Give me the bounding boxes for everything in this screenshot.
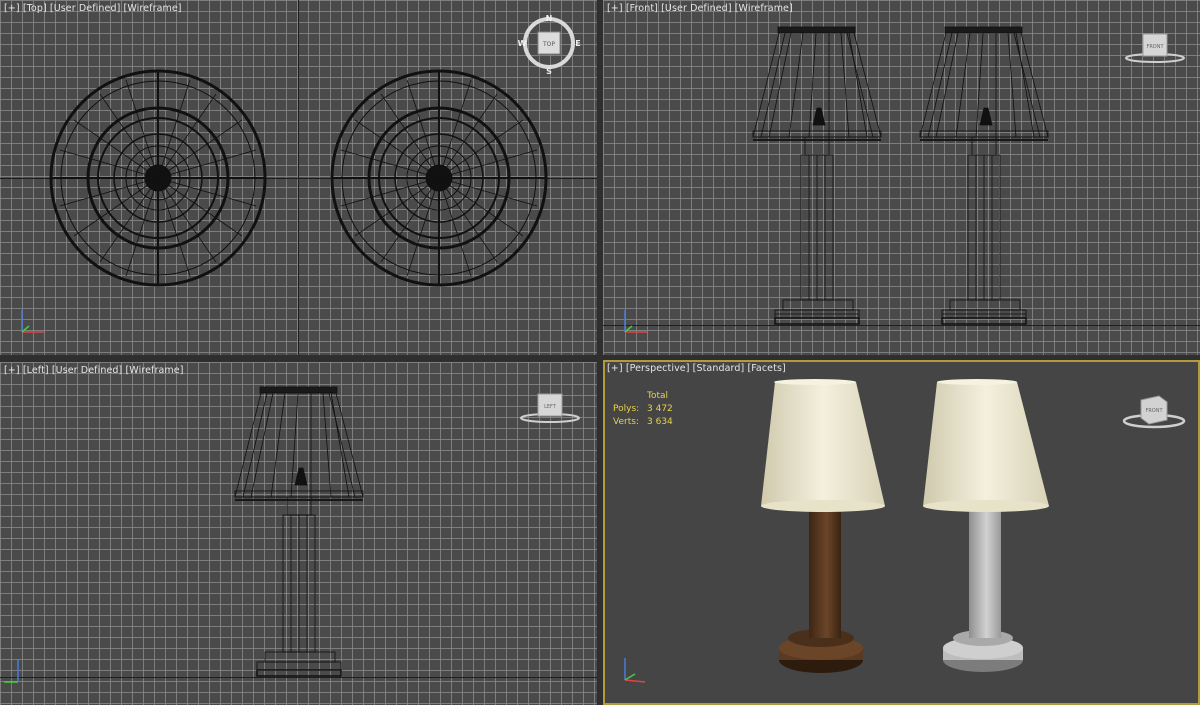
compass-north[interactable]: N: [546, 14, 553, 23]
view-menu-button[interactable]: [Perspective]: [626, 363, 690, 374]
lamp-top-left[interactable]: [49, 69, 267, 287]
viewcube[interactable]: FRONT: [1123, 28, 1187, 68]
axis-tripod-icon: [624, 310, 647, 333]
viewport-label-top: [+] [Top] [User Defined] [Wireframe]: [4, 3, 182, 14]
axis-tripod-icon: [4, 660, 19, 683]
shading-mode-button[interactable]: [Wireframe]: [124, 3, 182, 14]
scene-statistics: Total Polys: 3 472 Verts: 3 634: [613, 390, 687, 429]
viewport-front[interactable]: [+] [Front] [User Defined] [Wireframe] F…: [603, 0, 1200, 355]
viewcube-compass[interactable]: TOP N S E W: [518, 12, 582, 76]
stats-polys-label: Polys:: [613, 404, 640, 414]
lamp-wood-render[interactable]: [761, 379, 885, 673]
viewcube-face-label: TOP: [542, 41, 555, 48]
front-view-wireframe: [752, 26, 1049, 325]
compass-south[interactable]: S: [546, 67, 552, 76]
viewcube[interactable]: FRONT: [1121, 390, 1187, 432]
axis-tripod-icon: [21, 310, 44, 333]
stats-verts-label: Verts:: [613, 417, 639, 427]
viewport-label-front: [+] [Front] [User Defined] [Wireframe]: [607, 3, 793, 14]
shading-mode-button[interactable]: [Wireframe]: [735, 3, 793, 14]
viewport-label-left: [+] [Left] [User Defined] [Wireframe]: [4, 365, 184, 376]
perspective-render: [761, 379, 1049, 673]
lamp-front-right[interactable]: [919, 26, 1049, 325]
axis-tripod-icon: [624, 658, 646, 683]
camera-mode-button[interactable]: [User Defined]: [50, 3, 121, 14]
stats-polys-row: Polys: 3 472: [613, 403, 687, 416]
view-menu-button[interactable]: [Front]: [626, 3, 658, 14]
viewport-left[interactable]: [+] [Left] [User Defined] [Wireframe] LE…: [0, 362, 597, 705]
compass-east[interactable]: E: [575, 39, 580, 48]
top-view-wireframe: [49, 69, 548, 287]
lamp-top-right[interactable]: [330, 69, 548, 287]
camera-mode-button[interactable]: [Standard]: [693, 363, 745, 374]
viewcube-face-label: LEFT: [544, 404, 557, 410]
lamp-front-left[interactable]: [752, 26, 882, 325]
compass-west[interactable]: W: [518, 39, 527, 48]
viewcube[interactable]: LEFT: [518, 388, 582, 428]
view-menu-button[interactable]: [Top]: [23, 3, 47, 14]
viewport-menu-button[interactable]: [+]: [4, 3, 20, 14]
viewcube-face-label: FRONT: [1146, 44, 1164, 50]
camera-mode-button[interactable]: [User Defined]: [52, 365, 123, 376]
stats-polys-value: 3 472: [647, 404, 673, 414]
stats-header: Total: [647, 391, 669, 401]
view-menu-button[interactable]: [Left]: [23, 365, 49, 376]
shading-mode-button[interactable]: [Wireframe]: [125, 365, 183, 376]
lamp-left-view[interactable]: [234, 386, 364, 677]
viewport-menu-button[interactable]: [+]: [607, 363, 623, 374]
stats-verts-row: Verts: 3 634: [613, 416, 687, 429]
camera-mode-button[interactable]: [User Defined]: [661, 3, 732, 14]
viewport-menu-button[interactable]: [+]: [607, 3, 623, 14]
viewport-menu-button[interactable]: [+]: [4, 365, 20, 376]
shading-mode-button[interactable]: [Facets]: [747, 363, 785, 374]
viewport-label-perspective: [+] [Perspective] [Standard] [Facets]: [607, 363, 786, 374]
lamp-grey-render[interactable]: [923, 379, 1049, 672]
viewport-perspective[interactable]: [+] [Perspective] [Standard] [Facets] To…: [603, 360, 1200, 705]
left-view-wireframe: [234, 386, 364, 677]
stats-verts-value: 3 634: [647, 417, 673, 427]
viewport-workspace: [+] [Top] [User Defined] [Wireframe] TOP…: [0, 0, 1200, 705]
viewcube-face-label: FRONT: [1145, 408, 1163, 414]
viewport-top[interactable]: [+] [Top] [User Defined] [Wireframe] TOP…: [0, 0, 597, 355]
